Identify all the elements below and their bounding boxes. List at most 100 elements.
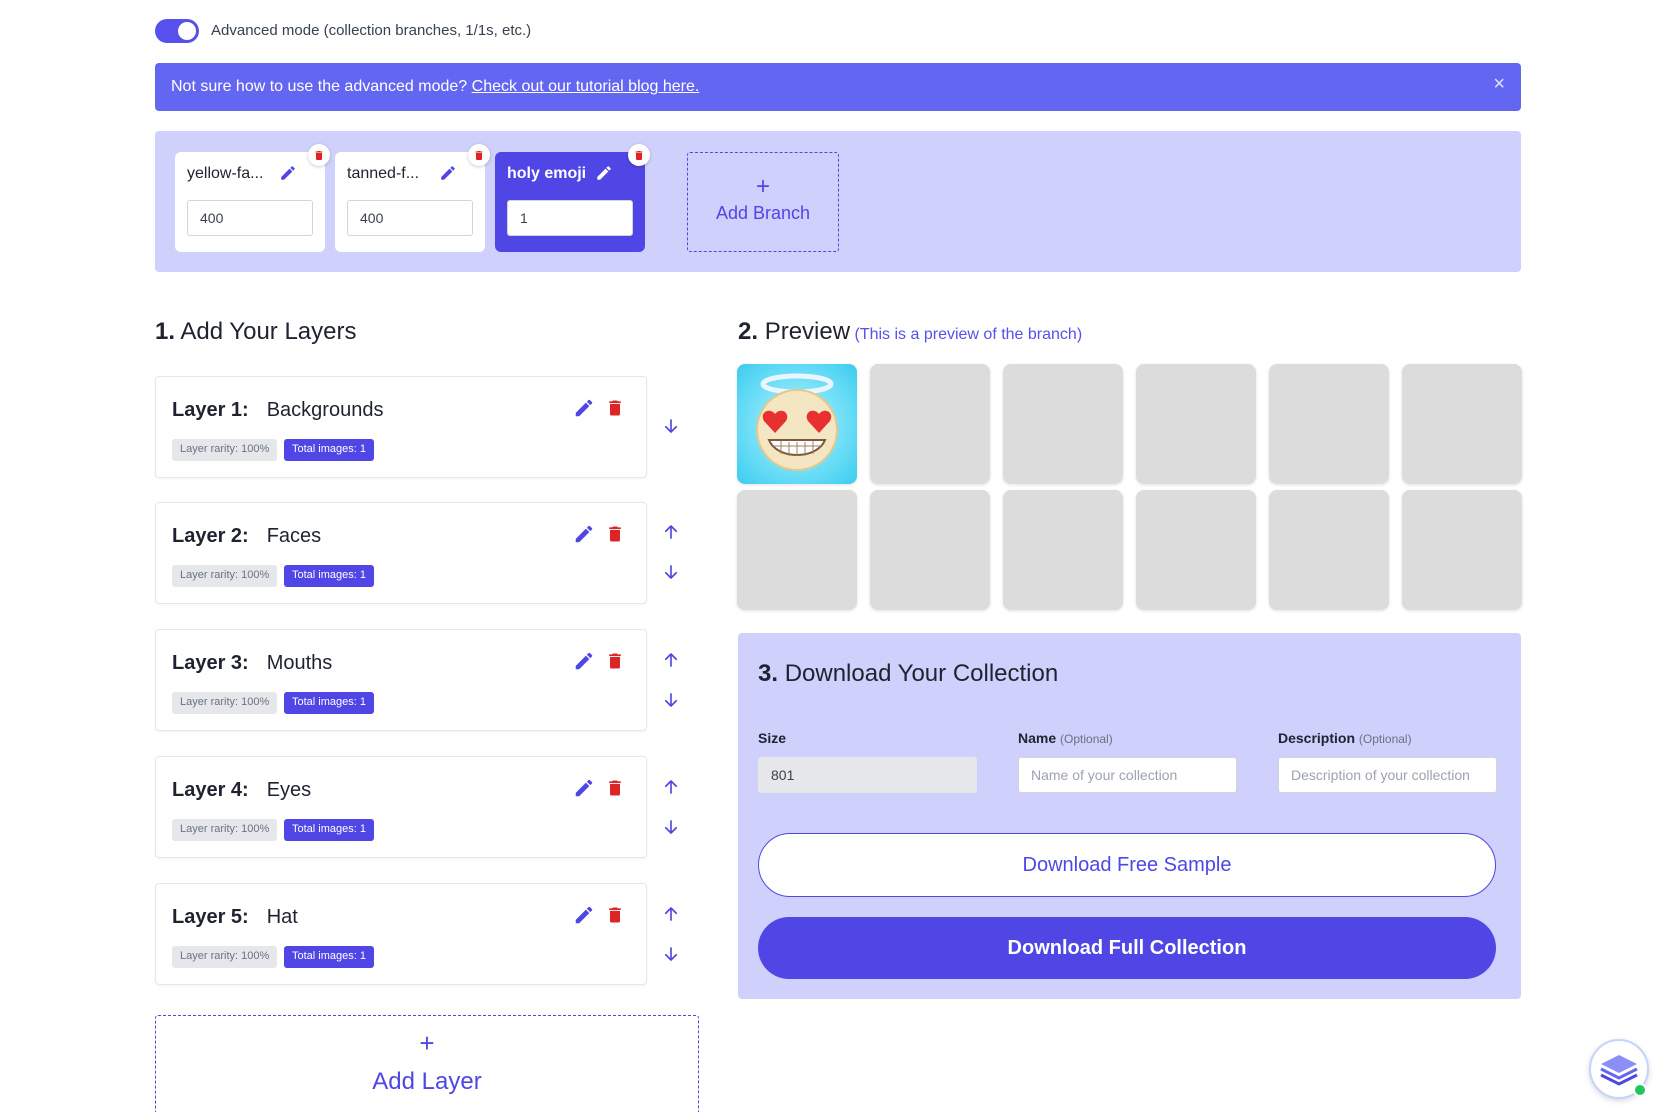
preview-cell-5[interactable]: [1269, 364, 1389, 484]
arrow-up-icon[interactable]: [662, 777, 680, 797]
preview-section-header: 2. Preview (This is a preview of the bra…: [738, 318, 1082, 346]
pencil-icon[interactable]: [573, 397, 595, 419]
download-full-collection-button[interactable]: Download Full Collection: [758, 917, 1496, 979]
layer-card-2[interactable]: Layer 2: Faces Layer rarity: 100% Total i…: [155, 502, 647, 604]
optional-tag: (Optional): [1358, 732, 1412, 746]
preview-cell-3[interactable]: [1003, 364, 1123, 484]
pencil-icon[interactable]: [573, 777, 595, 799]
preview-cell-11[interactable]: [1269, 490, 1389, 610]
arrow-up-icon[interactable]: [662, 522, 680, 542]
toggle-knob: [178, 22, 196, 40]
layer-number: Layer 2:: [172, 525, 249, 547]
preview-cell-10[interactable]: [1136, 490, 1256, 610]
branch-card-3-active[interactable]: holy emoji 1: [495, 144, 650, 252]
layer-rarity-badge: Layer rarity: 100%: [172, 565, 278, 587]
branch-size-input[interactable]: 1: [507, 200, 633, 236]
layer-rarity-badge: Layer rarity: 100%: [172, 946, 278, 968]
arrow-up-icon[interactable]: [662, 904, 680, 924]
trash-icon[interactable]: [605, 523, 625, 545]
tutorial-link[interactable]: Check out our tutorial blog here.: [472, 78, 700, 95]
branch-size-input[interactable]: 400: [187, 200, 313, 236]
advanced-mode-toggle[interactable]: [155, 19, 199, 43]
delete-branch-button[interactable]: [628, 144, 650, 166]
trash-icon[interactable]: [605, 397, 625, 419]
layer-card-1[interactable]: Layer 1: Backgrounds Layer rarity: 100% T…: [155, 376, 647, 478]
trash-icon[interactable]: [605, 650, 625, 672]
total-images-badge: Total images: 1: [284, 819, 374, 841]
preview-subtitle: (This is a preview of the branch): [854, 326, 1083, 343]
layer-rarity-badge: Layer rarity: 100%: [172, 819, 278, 841]
layer-name: Eyes: [266, 779, 312, 801]
preview-cell-9[interactable]: [1003, 490, 1123, 610]
preview-cell-6[interactable]: [1402, 364, 1522, 484]
pencil-icon[interactable]: [573, 523, 595, 545]
holy-emoji-image: [756, 373, 838, 471]
layer-name: Backgrounds: [266, 399, 384, 421]
branch-size-input[interactable]: 400: [347, 200, 473, 236]
pencil-icon[interactable]: [279, 164, 297, 182]
add-layer-label: Add Layer: [372, 1068, 482, 1095]
close-banner-button[interactable]: ×: [1493, 74, 1505, 94]
collection-name-input[interactable]: Name of your collection: [1018, 757, 1237, 793]
layer-card-3[interactable]: Layer 3: Mouths Layer rarity: 100% Total …: [155, 629, 647, 731]
branch-card-1[interactable]: yellow-fa... 400: [175, 144, 330, 252]
preview-cell-4[interactable]: [1136, 364, 1256, 484]
optional-tag: (Optional): [1060, 732, 1113, 746]
layer-card-4[interactable]: Layer 4: Eyes Layer rarity: 100% Total im…: [155, 756, 647, 858]
name-label: Name (Optional): [1018, 730, 1113, 746]
preview-cell-12[interactable]: [1402, 490, 1522, 610]
branch-name: holy emoji: [507, 165, 587, 182]
size-label: Size: [758, 730, 787, 746]
size-field[interactable]: 801: [758, 757, 977, 793]
layer-card-5[interactable]: Layer 5: Hat Layer rarity: 100% Total ima…: [155, 883, 647, 985]
arrow-down-icon[interactable]: [662, 690, 680, 710]
layer-title: Layer 3: Mouths: [172, 652, 332, 675]
delete-branch-button[interactable]: [308, 144, 330, 166]
download-section-title: 3. Download Your Collection: [758, 660, 1058, 688]
trash-icon[interactable]: [605, 777, 625, 799]
layer-number: Layer 3:: [172, 652, 249, 674]
branches-panel: yellow-fa... 400 tanned-f... 400 holy em…: [155, 131, 1521, 272]
trash-icon[interactable]: [605, 904, 625, 926]
layers-section-title: 1. Add Your Layers: [155, 318, 357, 346]
preview-cell-2[interactable]: [870, 364, 990, 484]
arrow-down-icon[interactable]: [662, 817, 680, 837]
arrow-down-icon[interactable]: [662, 416, 680, 436]
layer-rarity-badge: Layer rarity: 100%: [172, 692, 278, 714]
add-branch-button[interactable]: + Add Branch: [687, 152, 839, 252]
preview-cell-1[interactable]: [737, 364, 857, 484]
description-label: Description (Optional): [1278, 730, 1412, 746]
branch-card-2[interactable]: tanned-f... 400: [335, 144, 490, 252]
trash-icon: [635, 150, 643, 160]
section-heading: Add Your Layers: [180, 318, 357, 345]
collection-description-input[interactable]: Description of your collection: [1278, 757, 1497, 793]
layer-title: Layer 2: Faces: [172, 525, 321, 548]
section-number: 1.: [155, 318, 176, 345]
trash-icon: [475, 150, 483, 160]
branch-name: yellow-fa...: [187, 165, 264, 182]
preview-cell-8[interactable]: [870, 490, 990, 610]
download-free-sample-button[interactable]: Download Free Sample: [758, 833, 1496, 897]
pencil-icon[interactable]: [595, 164, 613, 182]
name-label-text: Name: [1018, 730, 1057, 746]
description-label-text: Description: [1278, 730, 1356, 746]
layer-name: Mouths: [266, 652, 333, 674]
arrow-down-icon[interactable]: [662, 944, 680, 964]
add-branch-label: Add Branch: [715, 203, 811, 223]
pencil-icon[interactable]: [573, 904, 595, 926]
section-number: 3.: [758, 660, 779, 687]
total-images-badge: Total images: 1: [284, 692, 374, 714]
plus-icon: +: [419, 1028, 435, 1058]
pencil-icon[interactable]: [573, 650, 595, 672]
arrow-down-icon[interactable]: [662, 562, 680, 582]
layers-widget-button[interactable]: [1589, 1039, 1649, 1099]
delete-branch-button[interactable]: [468, 144, 490, 166]
arrow-up-icon[interactable]: [662, 650, 680, 670]
add-layer-button[interactable]: + Add Layer: [155, 1015, 699, 1112]
plus-icon: +: [755, 173, 770, 200]
online-status-dot: [1633, 1083, 1647, 1097]
trash-icon: [315, 150, 323, 160]
preview-cell-7[interactable]: [737, 490, 857, 610]
pencil-icon[interactable]: [439, 164, 457, 182]
layer-name: Hat: [266, 906, 298, 928]
